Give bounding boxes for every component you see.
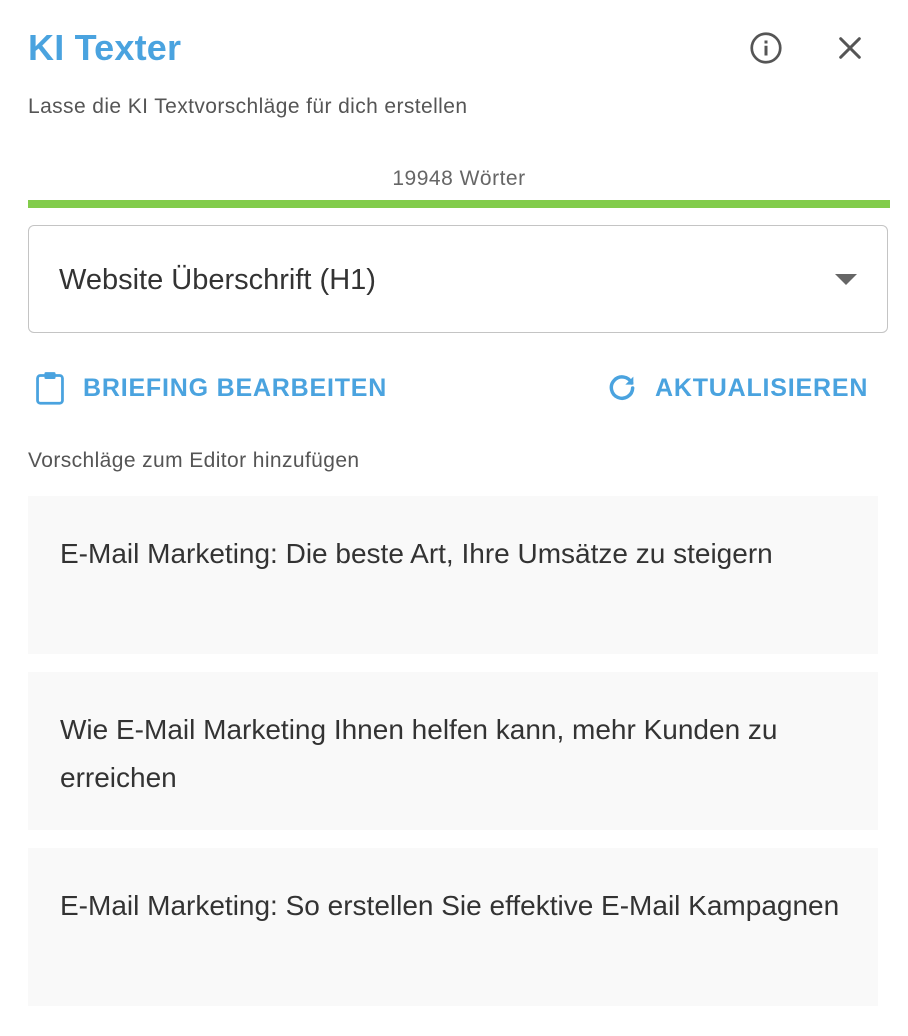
word-usage-progress-bar bbox=[28, 200, 890, 208]
close-button[interactable] bbox=[826, 24, 874, 72]
clipboard-icon bbox=[32, 370, 68, 406]
panel-subtitle: Lasse die KI Textvorschläge für dich ers… bbox=[28, 95, 468, 118]
refresh-button[interactable]: AKTUALISIEREN bbox=[604, 366, 868, 410]
chevron-down-icon bbox=[835, 274, 857, 285]
edit-briefing-label: BRIEFING BEARBEITEN bbox=[83, 373, 388, 402]
info-button[interactable] bbox=[742, 24, 790, 72]
refresh-icon bbox=[604, 370, 640, 406]
panel-title: KI Texter bbox=[28, 27, 182, 68]
ki-texter-panel: KI Texter Lasse die KI Textvorschläge fü… bbox=[0, 0, 908, 1036]
edit-briefing-button[interactable]: BRIEFING BEARBEITEN bbox=[32, 366, 387, 410]
word-usage-progress-fill bbox=[28, 200, 890, 208]
text-type-select[interactable]: Website Überschrift (H1) bbox=[28, 225, 888, 333]
close-icon bbox=[839, 37, 861, 59]
word-count: 19948 Wörter bbox=[392, 167, 526, 190]
text-type-select-value: Website Überschrift (H1) bbox=[59, 264, 376, 296]
suggestion-item[interactable]: E-Mail Marketing: Die beste Art, Ihre Um… bbox=[28, 496, 878, 654]
suggestions-list: E-Mail Marketing: Die beste Art, Ihre Um… bbox=[28, 496, 878, 1024]
info-icon bbox=[750, 32, 782, 64]
suggestion-item[interactable]: Wie E-Mail Marketing Ihnen helfen kann, … bbox=[28, 672, 878, 830]
refresh-label: AKTUALISIEREN bbox=[655, 373, 869, 402]
suggestion-item[interactable]: E-Mail Marketing: So erstellen Sie effek… bbox=[28, 848, 878, 1006]
suggestions-section-label: Vorschläge zum Editor hinzufügen bbox=[28, 449, 360, 472]
